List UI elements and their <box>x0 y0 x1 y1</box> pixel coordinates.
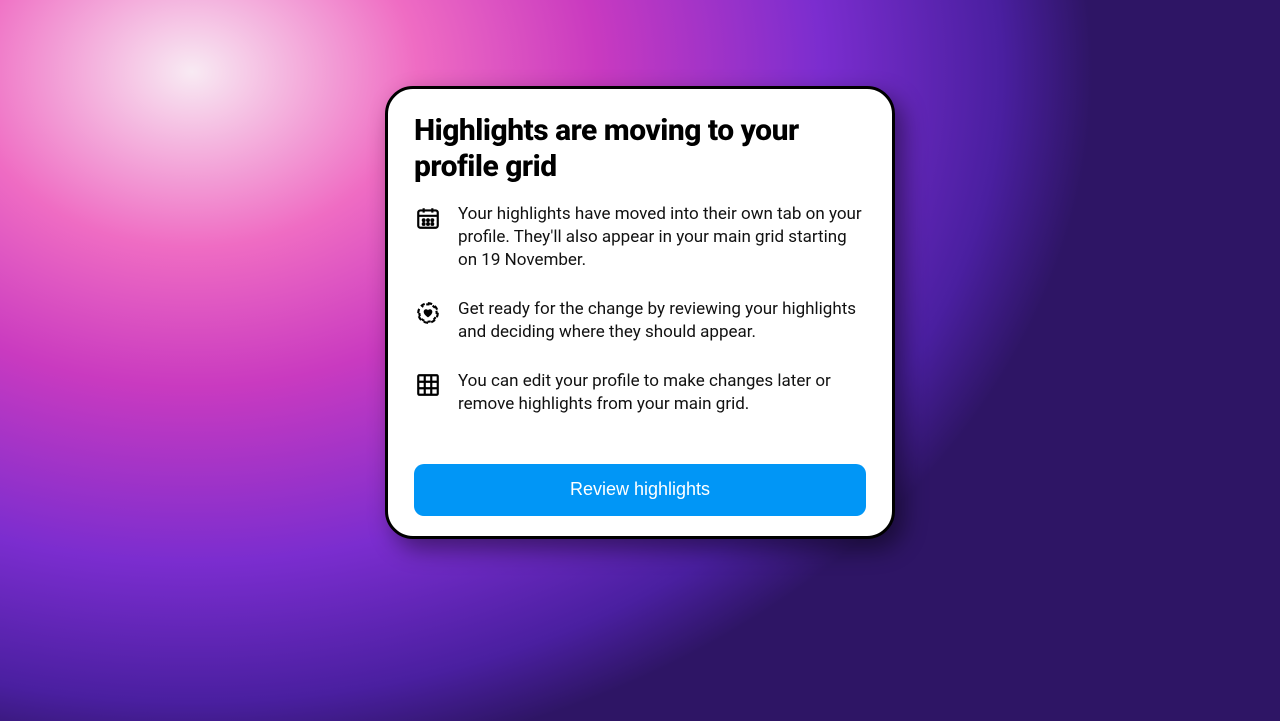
heart-circle-icon <box>414 300 442 328</box>
background-gradient: Highlights are moving to your profile gr… <box>0 0 1280 721</box>
modal-title: Highlights are moving to your profile gr… <box>414 113 866 185</box>
info-item-text: Get ready for the change by reviewing yo… <box>458 298 866 344</box>
info-item-text: You can edit your profile to make change… <box>458 370 866 416</box>
calendar-icon <box>414 205 442 233</box>
highlights-modal: Highlights are moving to your profile gr… <box>385 86 895 539</box>
info-item-calendar: Your highlights have moved into their ow… <box>414 203 866 272</box>
review-highlights-button[interactable]: Review highlights <box>414 464 866 516</box>
grid-icon <box>414 372 442 400</box>
info-item-text: Your highlights have moved into their ow… <box>458 203 866 272</box>
info-item-grid: You can edit your profile to make change… <box>414 370 866 416</box>
info-item-heart: Get ready for the change by reviewing yo… <box>414 298 866 344</box>
